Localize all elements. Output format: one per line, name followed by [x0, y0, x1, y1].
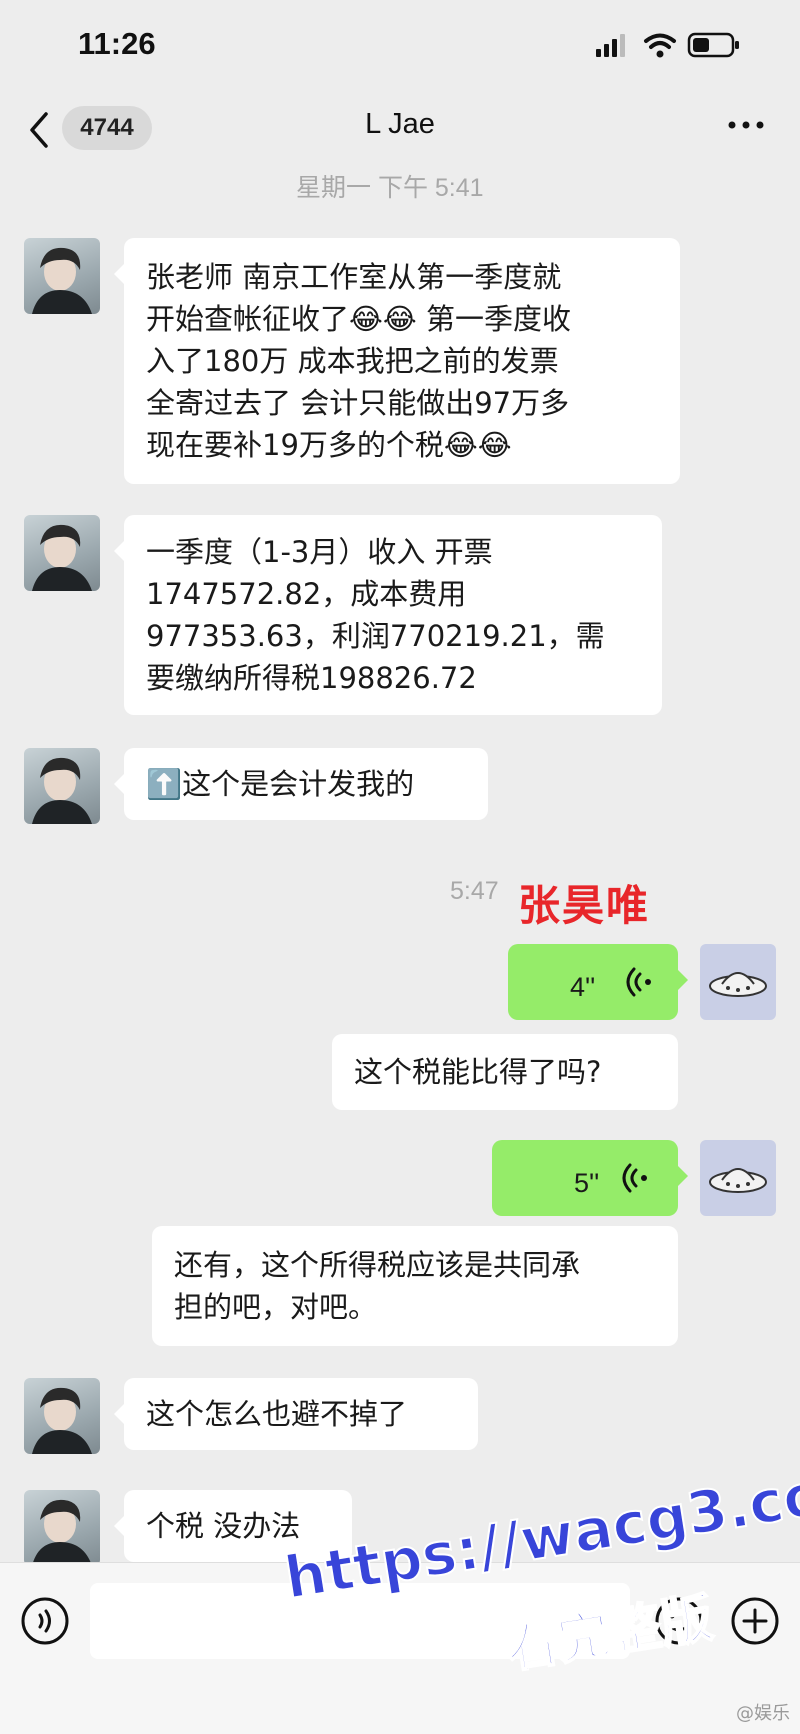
received-message-bubble[interactable]: 这个怎么也避不掉了 [114, 1378, 478, 1450]
status-icons [592, 30, 752, 64]
received-message-bubble[interactable]: ⬆️这个是会计发我的 [114, 748, 488, 820]
voice-wave-icon [622, 1163, 647, 1193]
contact-avatar[interactable] [24, 1490, 100, 1566]
battery-icon [687, 32, 739, 58]
my-avatar[interactable] [700, 1140, 776, 1216]
transcription-bubble[interactable]: 这个税能比得了吗? [332, 1034, 678, 1110]
timestamp: 5:47 [450, 877, 499, 905]
signal-icon [596, 34, 625, 57]
status-time: 11:26 [78, 26, 156, 61]
transcription-text: 还有，这个所得税应该是共同承 担的吧，对吧。 [174, 1248, 581, 1324]
voice-message-bubble[interactable]: 5'' [492, 1140, 688, 1216]
message-text: 这个怎么也避不掉了 [146, 1397, 408, 1431]
contact-avatar[interactable] [24, 748, 100, 824]
chat-header: 4744 L Jae [0, 96, 800, 168]
message-text: 一季度（1-3月）收入 开票 1747572.82，成本费用 977353.63… [146, 535, 605, 695]
voice-duration: 5'' [574, 1168, 600, 1198]
contact-avatar[interactable] [24, 238, 100, 314]
voice-message-bubble[interactable]: 4'' [508, 944, 688, 1020]
contact-avatar[interactable] [24, 1378, 100, 1454]
red-name-caption: 张昊唯 [518, 881, 651, 930]
chat-title: L Jae [365, 108, 435, 140]
received-message-bubble[interactable]: 张老师 南京工作室从第一季度就 开始查帐征收了😂😂 第一季度收 入了180万 成… [114, 238, 680, 484]
voice-wave-icon [626, 967, 651, 997]
timestamp: 星期一 下午 5:41 [296, 174, 484, 202]
received-message-bubble[interactable]: 一季度（1-3月）收入 开票 1747572.82，成本费用 977353.63… [114, 515, 662, 715]
message-text: ⬆️这个是会计发我的 [146, 767, 415, 801]
plus-icon[interactable] [730, 1596, 780, 1646]
transcription-text: 这个税能比得了吗? [354, 1055, 602, 1089]
transcription-bubble[interactable]: 还有，这个所得税应该是共同承 担的吧，对吧。 [152, 1226, 678, 1346]
voice-input-icon[interactable] [20, 1596, 70, 1646]
voice-duration: 4'' [570, 972, 596, 1002]
more-icon[interactable] [726, 110, 766, 144]
message-text: 张老师 南京工作室从第一季度就 开始查帐征收了😂😂 第一季度收 入了180万 成… [146, 260, 571, 462]
contact-avatar[interactable] [24, 515, 100, 591]
status-bar: 11:26 [0, 0, 800, 90]
source-watermark: @娱乐 [736, 1703, 790, 1724]
wifi-icon [644, 33, 676, 58]
my-avatar[interactable] [700, 944, 776, 1020]
